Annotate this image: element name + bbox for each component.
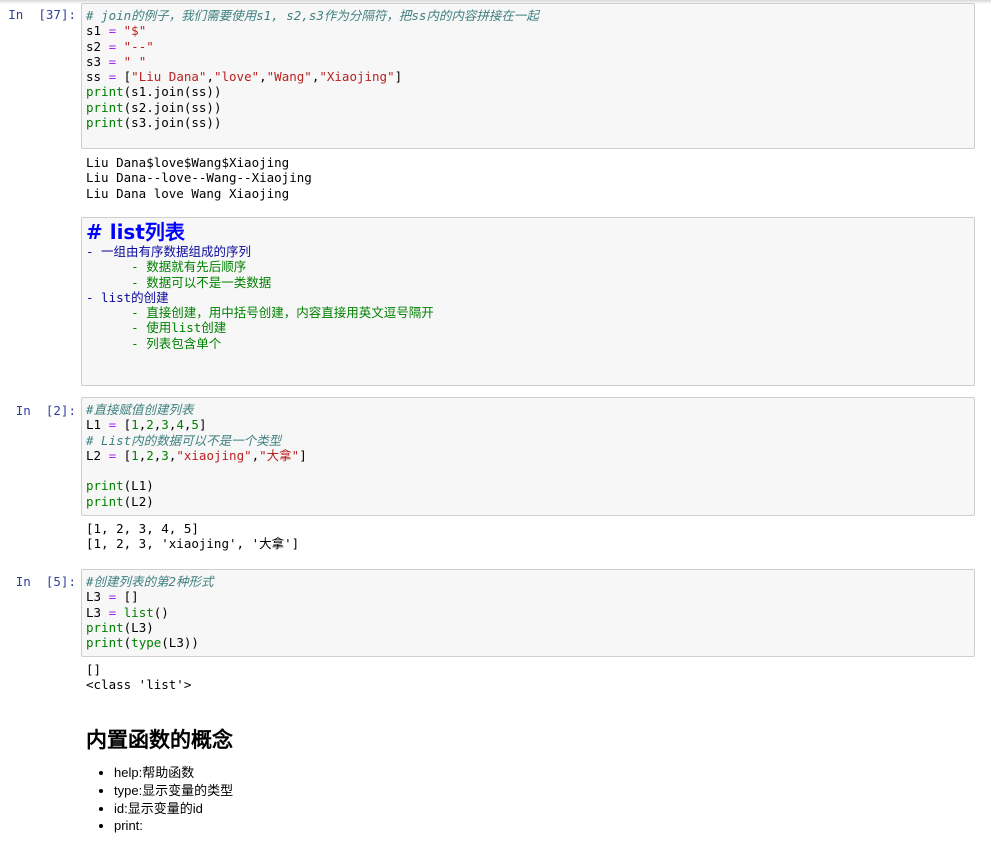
code-token: = — [108, 417, 117, 433]
code-token: , — [206, 69, 214, 85]
code-token: = — [108, 604, 117, 620]
code-token: #创建列表的第2种形式 — [86, 574, 214, 589]
code-token: = — [108, 23, 117, 39]
markdown-source-lines: - 一组由有序数据组成的序列 - 数据就有先后顺序 - 数据可以不是一类数据 -… — [82, 244, 974, 351]
code-token: type — [131, 635, 162, 651]
code-token: (L3) — [123, 619, 154, 635]
cell-1-output: Liu Dana$love$Wang$Xiaojing Liu Dana--lo… — [86, 155, 312, 201]
code-token: = — [108, 38, 117, 54]
list-item: id:显示变量的id — [114, 800, 233, 818]
code-token: " " — [123, 53, 147, 69]
code-token: print — [86, 478, 124, 494]
code-token: "--" — [123, 38, 154, 54]
cell-1-code[interactable]: # join的例子，我们需要使用s1, s2,s3作为分隔符，把ss内的内容拼接… — [82, 4, 974, 134]
cell-3-prompt: In [5]: — [15, 574, 76, 589]
code-token: [ — [116, 69, 132, 85]
markdown-line: - 一组由有序数据组成的序列 — [86, 244, 252, 259]
list-item: print: — [114, 817, 233, 835]
markdown-cell-editor[interactable]: # list列表 - 一组由有序数据组成的序列 - 数据就有先后顺序 - 数据可… — [81, 217, 975, 386]
markdown-line: - 数据就有先后顺序 — [86, 259, 247, 275]
cell-2-output: [1, 2, 3, 4, 5] [1, 2, 3, 'xiaojing', '大… — [86, 521, 300, 552]
code-token: = — [108, 589, 117, 605]
code-token: "Xiaojing" — [319, 69, 395, 85]
cell-2-prompt: In [2]: — [15, 403, 76, 418]
code-token: 5 — [191, 417, 199, 433]
code-token: 4 — [176, 417, 184, 433]
code-token: s3 — [86, 53, 109, 69]
code-token: (s3.join(ss)) — [123, 115, 222, 131]
code-token: 3 — [161, 417, 169, 433]
code-token: (s2.join(ss)) — [123, 99, 222, 115]
code-token: [ — [116, 447, 132, 463]
code-token: ] — [299, 447, 307, 463]
cell-2-code[interactable]: #直接赋值创建列表 L1 = [1,2,3,4,5] # List内的数据可以不… — [82, 398, 974, 513]
code-token: (L3)) — [161, 635, 199, 651]
code-token: ] — [198, 417, 207, 433]
code-token: 1 — [131, 447, 139, 463]
builtin-functions-list: help:帮助函数 type:显示变量的类型 id:显示变量的id print: — [86, 764, 233, 835]
code-token: 1 — [131, 417, 139, 433]
markdown-line: - 使用list创建 — [86, 320, 227, 336]
code-token: (L1) — [123, 478, 154, 494]
cell-3-input[interactable]: #创建列表的第2种形式 L3 = [] L3 = list() print(L3… — [81, 569, 975, 657]
code-token: L1 — [86, 417, 109, 433]
cell-1-prompt: In [37]: — [8, 7, 76, 22]
cell-3-output: [] <class 'list'> — [86, 662, 192, 693]
code-token: 2 — [146, 417, 154, 433]
code-token: = — [108, 447, 117, 463]
code-token: "xiaojing" — [176, 447, 252, 463]
code-token: "大拿" — [259, 447, 300, 463]
code-token: L3 — [86, 604, 109, 620]
code-token: = — [108, 53, 117, 69]
code-token: print — [86, 635, 124, 651]
list-item: help:帮助函数 — [114, 764, 233, 782]
code-token: #直接赋值创建列表 — [86, 402, 194, 417]
code-token: , — [259, 69, 267, 85]
code-token: "love" — [213, 69, 260, 85]
markdown-line: - 列表包含单个 — [86, 335, 222, 351]
code-token: L3 — [86, 589, 109, 605]
code-token: (s1.join(ss)) — [123, 84, 222, 100]
code-token: "$" — [123, 23, 147, 39]
code-token: (L2) — [123, 493, 154, 509]
code-token: "Liu Dana" — [131, 69, 207, 85]
code-token: [] — [116, 589, 139, 605]
code-token: s1 — [86, 23, 109, 39]
list-item: type:显示变量的类型 — [114, 782, 233, 800]
markdown-line: - list的创建 — [86, 289, 169, 305]
rendered-markdown-cell: 内置函数的概念 help:帮助函数 type:显示变量的类型 id:显示变量的i… — [86, 724, 233, 835]
code-token: list — [123, 604, 154, 620]
code-token: 3 — [161, 447, 169, 463]
code-token: s2 — [86, 38, 109, 54]
code-token: [ — [116, 417, 132, 433]
code-token: print — [86, 493, 124, 509]
cell-2-input[interactable]: #直接赋值创建列表 L1 = [1,2,3,4,5] # List内的数据可以不… — [81, 397, 975, 516]
code-token: print — [86, 99, 124, 115]
code-token: print — [86, 84, 124, 100]
code-token: print — [86, 115, 124, 131]
code-token: = — [108, 69, 117, 85]
code-token: 2 — [146, 447, 154, 463]
builtin-functions-heading: 内置函数的概念 — [86, 729, 233, 752]
code-token: "Wang" — [266, 69, 312, 85]
code-token: ] — [394, 69, 403, 85]
markdown-heading: # list列表 — [86, 220, 185, 244]
code-token: # join的例子，我们需要使用s1, s2,s3作为分隔符，把ss内的内容拼接… — [86, 8, 539, 23]
cell-1-input[interactable]: # join的例子，我们需要使用s1, s2,s3作为分隔符，把ss内的内容拼接… — [81, 3, 975, 149]
code-token: L2 — [86, 447, 109, 463]
markdown-line: - 数据可以不是一类数据 — [86, 274, 272, 290]
code-token: () — [153, 604, 169, 620]
code-token: # List内的数据可以不是一个类型 — [86, 432, 282, 448]
markdown-line: - 直接创建，用中括号创建，内容直接用英文逗号隔开 — [86, 305, 434, 321]
code-token: print — [86, 619, 124, 635]
cell-3-code[interactable]: #创建列表的第2种形式 L3 = [] L3 = list() print(L3… — [82, 570, 974, 654]
code-token: ss — [86, 69, 109, 85]
